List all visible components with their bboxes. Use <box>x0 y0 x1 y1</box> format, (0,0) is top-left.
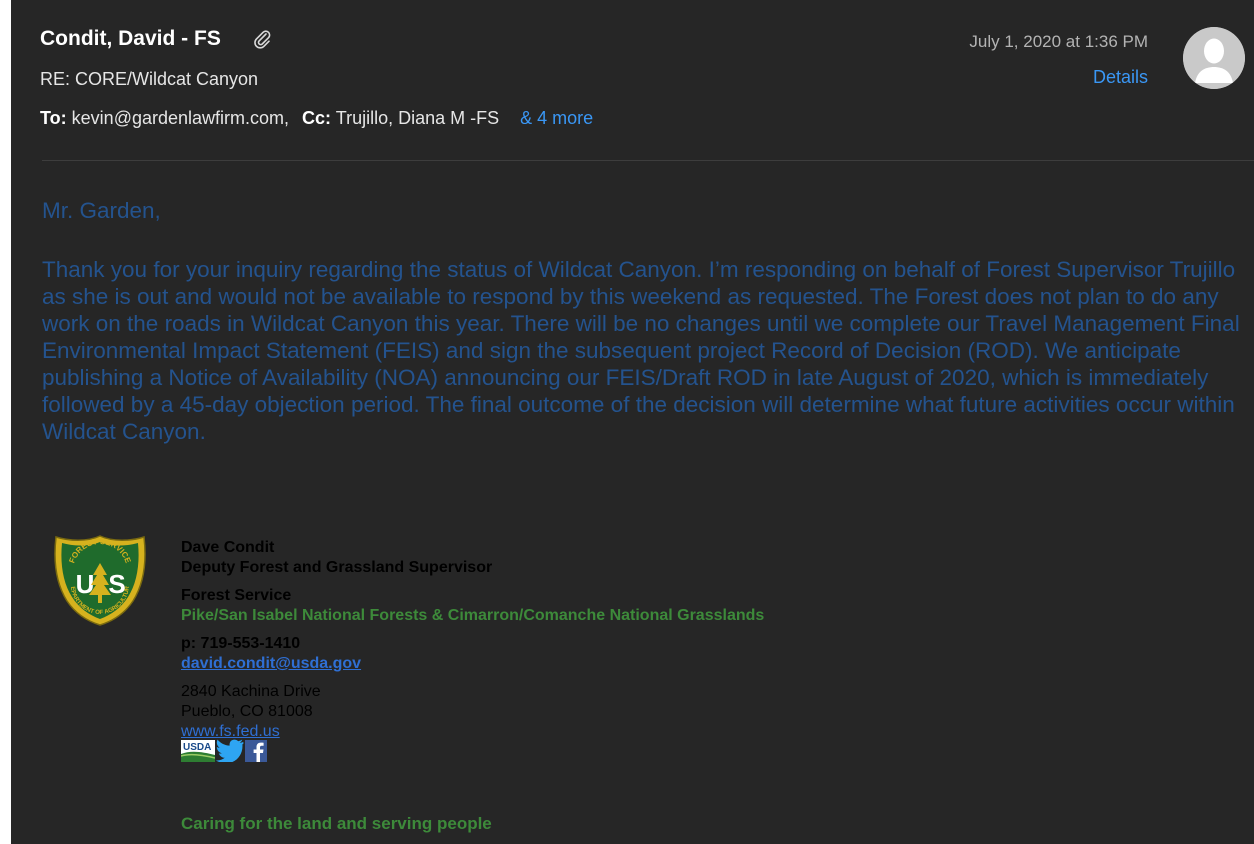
signature-name: Dave Condit <box>181 539 275 556</box>
sender-name[interactable]: Condit, David - FS <box>40 27 221 51</box>
signature-address-line1: 2840 Kachina Drive <box>181 683 321 700</box>
more-recipients-link[interactable]: & 4 more <box>520 108 593 128</box>
signature-agency: Forest Service <box>181 587 292 604</box>
cc-recipient[interactable]: Trujillo, Diana M -FS <box>336 108 499 128</box>
email-subject: RE: CORE/Wildcat Canyon <box>40 69 259 89</box>
email-date: July 1, 2020 at 1:36 PM <box>969 32 1148 51</box>
cc-label: Cc: <box>302 108 332 128</box>
sender-row: Condit, David - FS <box>40 27 273 51</box>
to-label: To: <box>40 108 67 128</box>
logo-letter-s: S <box>108 569 125 599</box>
to-recipient[interactable]: kevin@gardenlawfirm.com, <box>72 108 289 128</box>
greeting: Mr. Garden, <box>42 198 161 223</box>
twitter-icon[interactable] <box>215 738 245 768</box>
signature-address-line2: Pueblo, CO 81008 <box>181 703 313 720</box>
signature-phone: p: 719-553-1410 <box>181 635 301 652</box>
forest-service-shield-icon: FOREST SERVICE DEPARTMENT OF AGRICULTURE… <box>49 529 149 627</box>
signature-website-link[interactable]: www.fs.fed.us <box>181 722 764 742</box>
signature-tagline: Caring for the land and serving people <box>181 814 492 833</box>
details-link[interactable]: Details <box>1093 67 1148 88</box>
email-message-view: Condit, David - FS RE: CORE/Wildcat Cany… <box>11 0 1254 844</box>
social-icons: USDA <box>180 739 764 768</box>
body-paragraph: Thank you for your inquiry regarding the… <box>42 257 1240 444</box>
signature-title: Deputy Forest and Grassland Supervisor <box>181 559 493 576</box>
email-signature: Dave Condit Deputy Forest and Grassland … <box>180 538 765 768</box>
usda-logo-icon[interactable]: USDA <box>180 740 216 768</box>
header-divider <box>42 160 1254 161</box>
paperclip-icon[interactable] <box>251 28 273 50</box>
signature-unit: Pike/San Isabel National Forests & Cimar… <box>181 607 765 624</box>
person-avatar-icon[interactable] <box>1183 27 1245 89</box>
facebook-icon[interactable] <box>245 740 267 768</box>
usda-logo-text: USDA <box>183 742 211 753</box>
signature-email-link[interactable]: david.condit@usda.gov <box>181 654 764 674</box>
email-body: Mr. Garden, Thank you for your inquiry r… <box>42 197 1247 477</box>
recipients-row: To: kevin@gardenlawfirm.com, Cc: Trujill… <box>40 108 593 129</box>
